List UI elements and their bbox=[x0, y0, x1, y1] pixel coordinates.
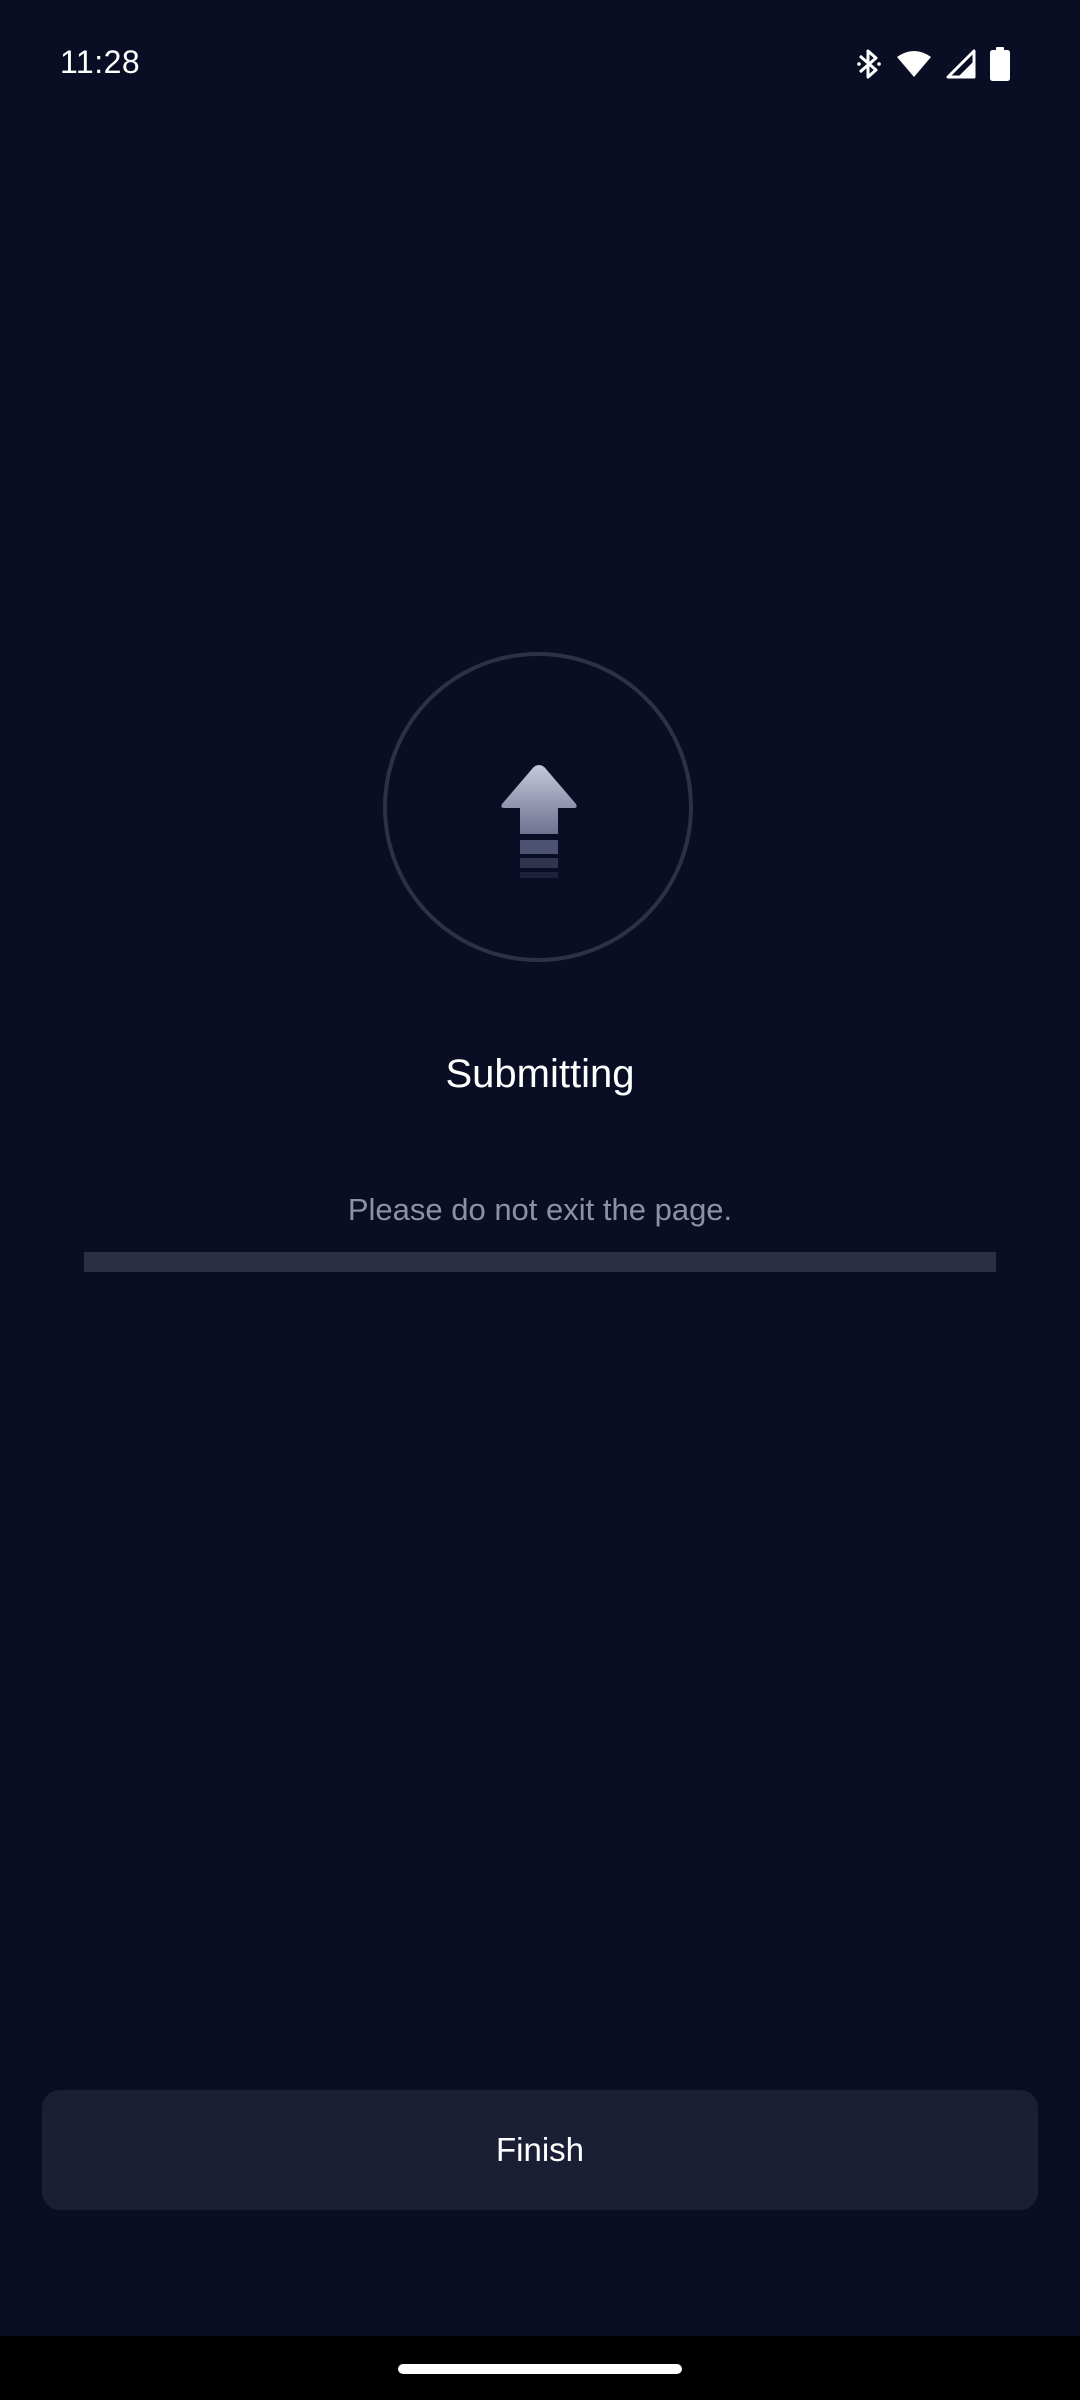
status-time: 11:28 bbox=[60, 44, 141, 80]
battery-icon bbox=[990, 47, 1010, 81]
status-message: Please do not exit the page. bbox=[347, 1192, 733, 1227]
bluetooth-icon bbox=[856, 46, 882, 82]
signal-icon bbox=[946, 49, 976, 79]
upload-progress-bar bbox=[84, 1252, 996, 1272]
wifi-icon bbox=[896, 49, 932, 79]
status-title: Submitting bbox=[445, 1052, 635, 1096]
finish-button[interactable]: Finish bbox=[42, 2090, 1038, 2210]
status-icons bbox=[856, 44, 1010, 84]
system-navigation-bar bbox=[0, 2336, 1080, 2400]
submitting-screen: 11:28 Submitting Please do not exit the … bbox=[0, 0, 1080, 2400]
home-indicator[interactable] bbox=[398, 2364, 682, 2374]
upload-arrow-icon bbox=[498, 762, 580, 882]
status-bar: 11:28 bbox=[0, 0, 1080, 130]
